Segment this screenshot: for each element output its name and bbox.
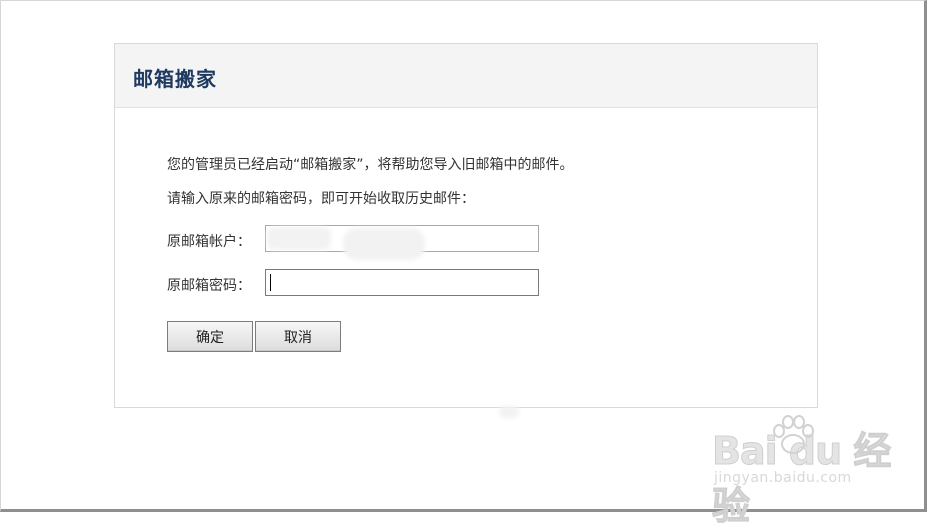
redaction-blur xyxy=(343,228,425,260)
baidu-jingyan-watermark: Bai du 经验 jingyan.baidu.com xyxy=(712,415,892,529)
panel-header: 邮箱搬家 xyxy=(115,44,817,108)
watermark-url: jingyan.baidu.com xyxy=(714,470,852,486)
account-label: 原邮箱帐户： xyxy=(167,234,251,250)
confirm-button[interactable]: 确定 xyxy=(167,321,253,352)
password-label: 原邮箱密码： xyxy=(167,278,251,294)
paw-icon xyxy=(773,415,814,454)
info-text-line2: 请输入原来的邮箱密码，即可开始收取历史邮件： xyxy=(167,191,475,207)
password-input[interactable] xyxy=(265,269,539,296)
redaction-blur xyxy=(267,227,331,250)
text-caret xyxy=(270,274,271,291)
info-text-line1: 您的管理员已经启动“邮箱搬家”，将帮助您导入旧邮箱中的邮件。 xyxy=(167,157,574,173)
redaction-blur xyxy=(499,406,519,418)
page-title: 邮箱搬家 xyxy=(133,67,217,91)
mail-migration-panel: 邮箱搬家 您的管理员已经启动“邮箱搬家”，将帮助您导入旧邮箱中的邮件。 请输入原… xyxy=(114,43,818,418)
cancel-button[interactable]: 取消 xyxy=(255,321,341,352)
